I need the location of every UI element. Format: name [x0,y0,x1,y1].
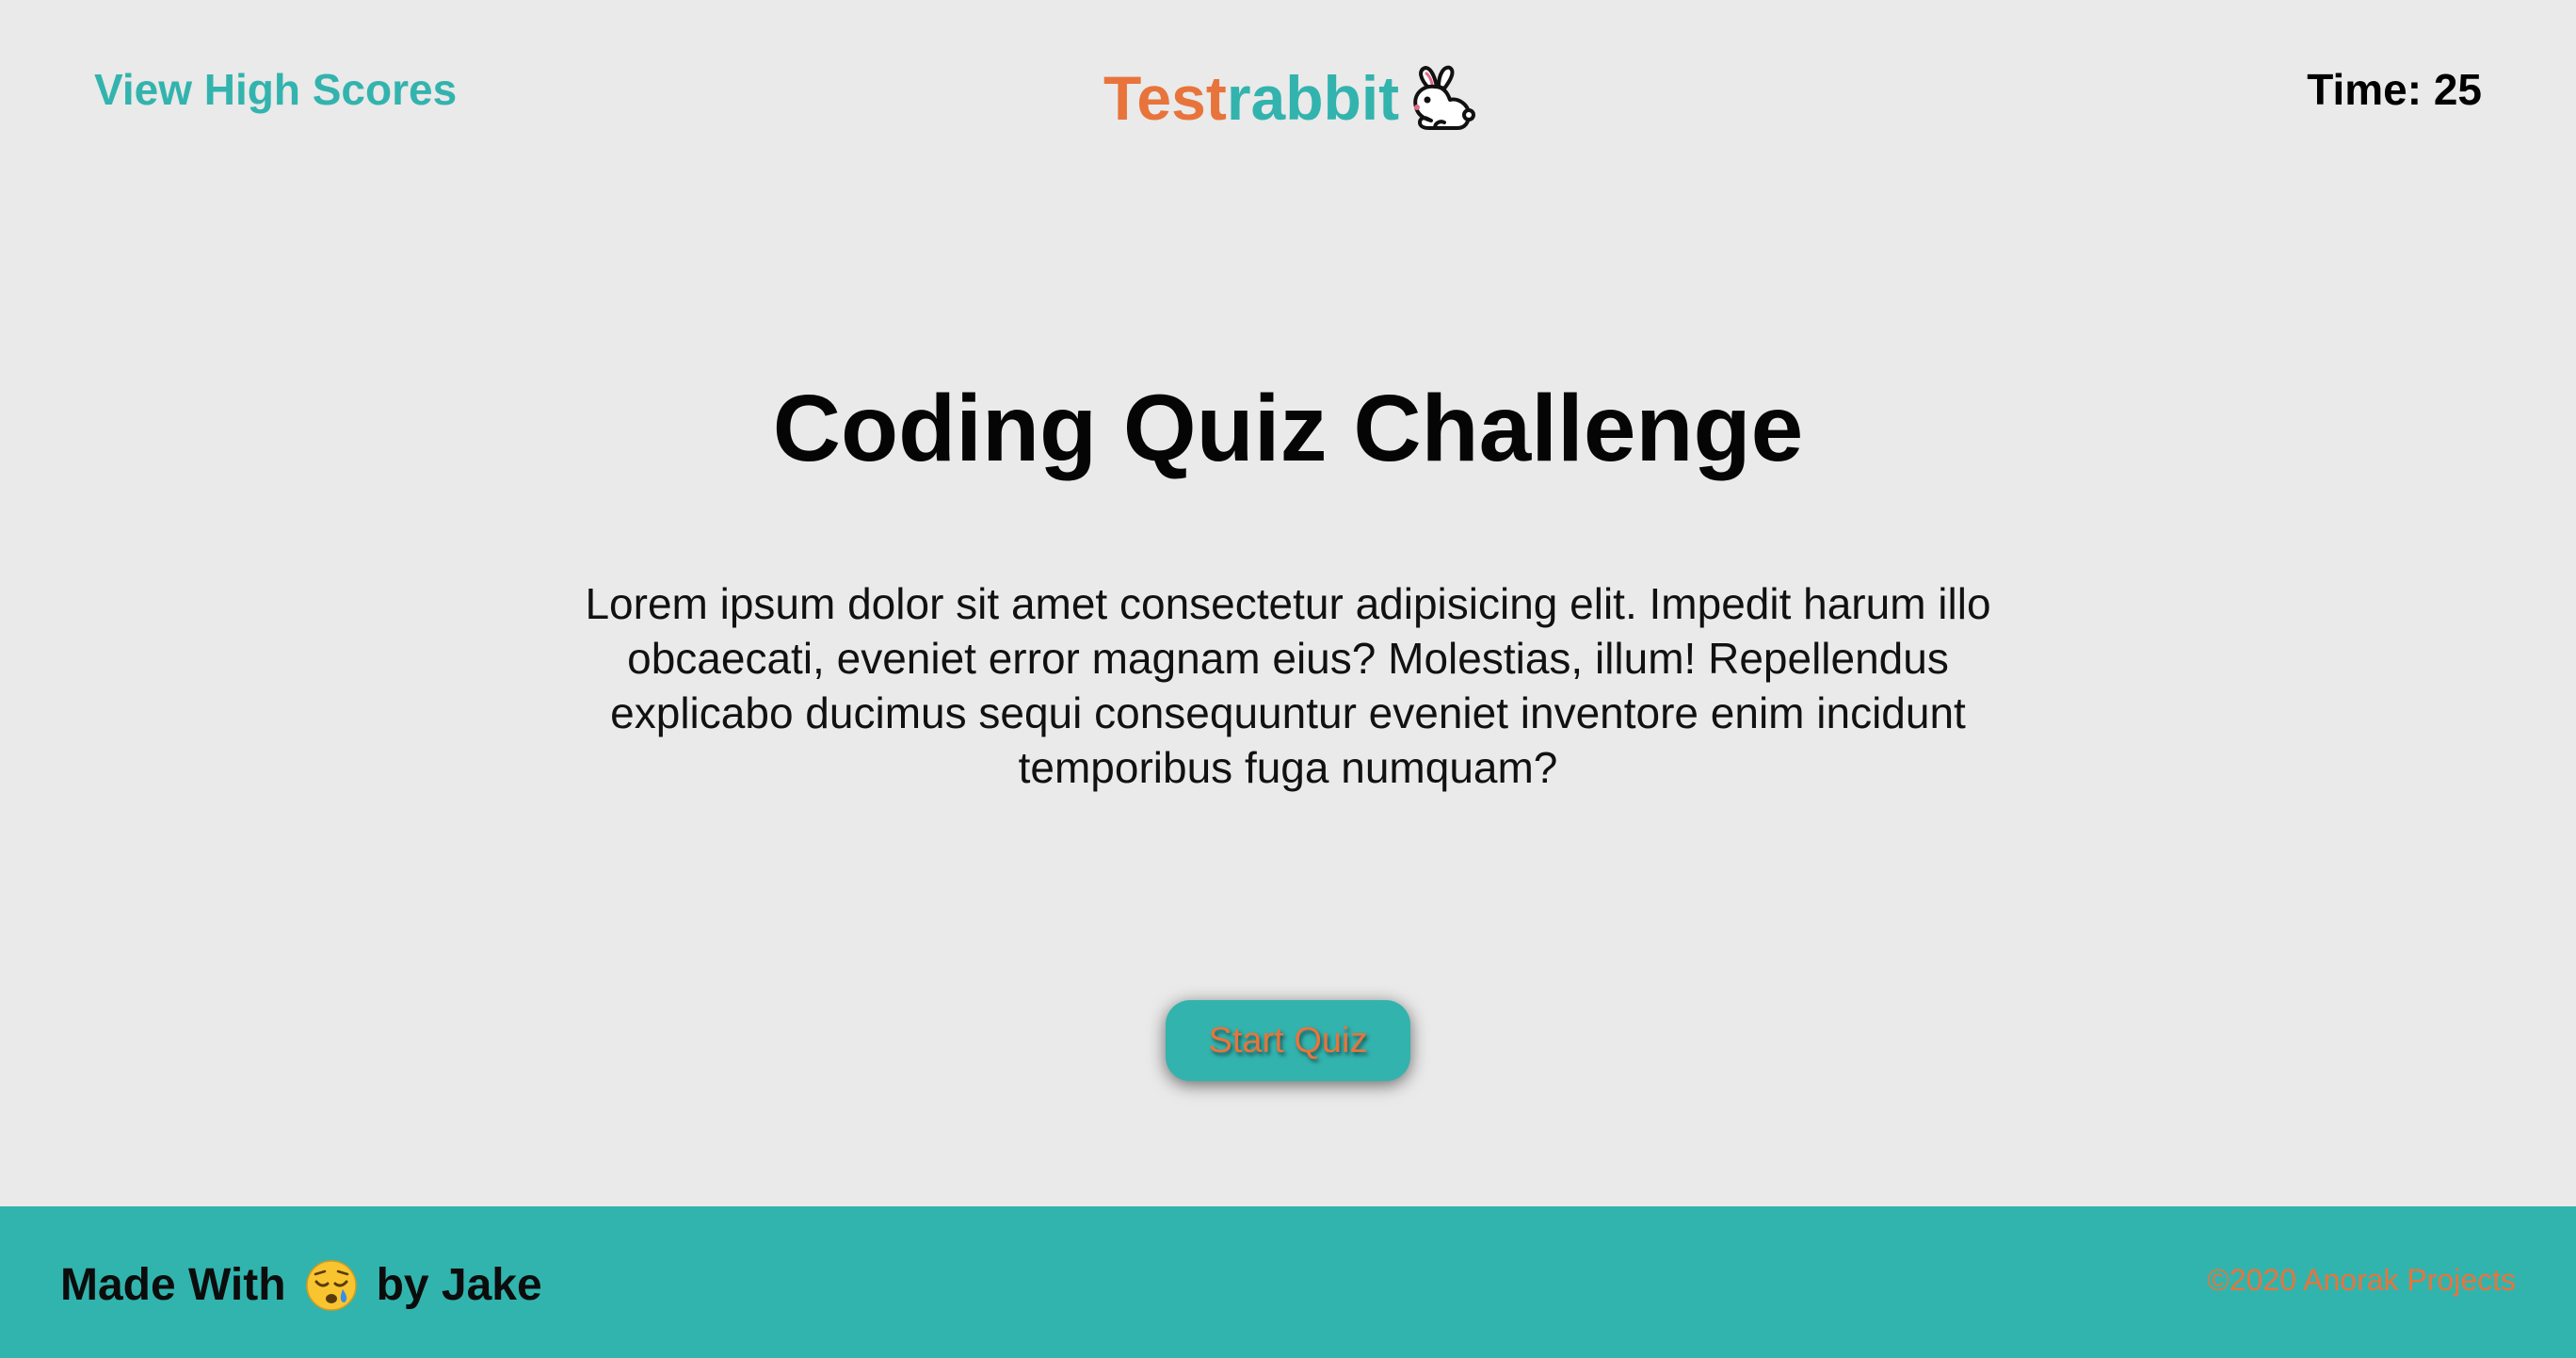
sad-relieved-face-icon [305,1260,357,1311]
view-high-scores-link[interactable]: View High Scores [94,68,457,111]
rabbit-icon [1413,65,1476,130]
intro-text: Lorem ipsum dolor sit amet consectetur a… [585,579,1991,792]
copyright-text: ©2020 Anorak Projects [2207,1263,2516,1297]
brand-name-part-rabbit: rabbit [1226,63,1400,133]
time-remaining: Time: 25 [2307,65,2482,114]
brand-name-part-test: Test [1103,63,1227,133]
start-quiz-button[interactable]: Start Quiz [1166,1000,1410,1081]
page-title: Coding Quiz Challenge [772,376,1804,481]
made-with-prefix: Made With [60,1260,286,1310]
brand-logo: Testrabbit [1103,60,1478,136]
made-with-credit: Made With by Jake [60,1259,542,1312]
brand-name: Testrabbit [1103,67,1399,129]
page-footer: Made With by Jake ©2020 Anorak Projects [0,1206,2576,1358]
made-with-suffix: by Jake [376,1260,542,1310]
page-header: View High Scores Testrabbit Time: 25 [0,0,2576,188]
